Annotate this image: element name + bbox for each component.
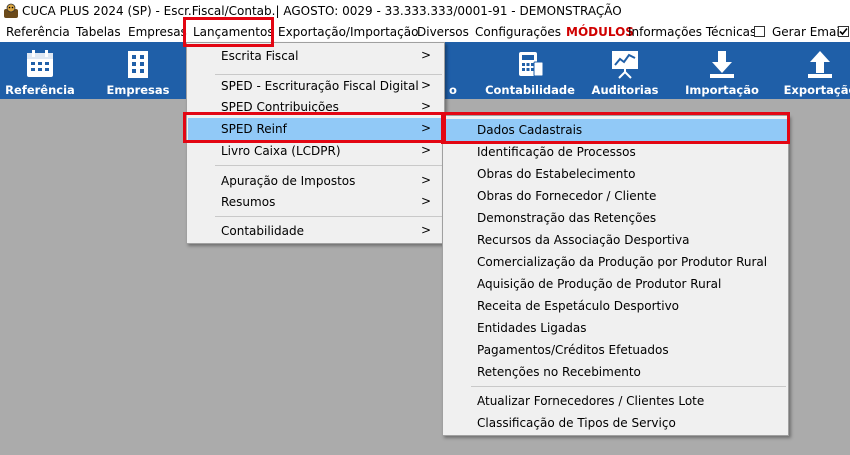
submenu-arrow-icon: > (420, 48, 431, 62)
submenu-arrow-icon: > (420, 78, 431, 92)
toolbar-contabilidade-label: Contabilidade (485, 83, 575, 97)
check-icon (839, 27, 848, 36)
submenu-arrow-icon: > (420, 173, 431, 187)
menu-item-identificacao-processos[interactable]: Identificação de Processos (444, 141, 787, 163)
presentation-chart-icon (612, 51, 638, 79)
menu-lancamentos[interactable]: Lançamentos (193, 25, 274, 39)
menu-item-obras-fornecedor-cliente[interactable]: Obras do Fornecedor / Cliente (444, 185, 787, 207)
toolbar-auditorias-label: Auditorias (591, 83, 659, 97)
menu-item-label: Obras do Estabelecimento (477, 167, 636, 181)
toolbar-exportacao-button[interactable]: Exportação (778, 42, 850, 99)
menu-item-label: Receita de Espetáculo Desportivo (477, 299, 680, 313)
toolbar-referencia-label: Referência (5, 83, 75, 97)
toolbar-empresas-button[interactable]: Empresas (96, 42, 180, 99)
menu-item-label: Demonstração das Retenções (477, 211, 657, 225)
menu-item-label: Classificação de Tipos de Serviço (477, 416, 676, 430)
gerar-email-checkbox[interactable] (754, 26, 765, 37)
menu-item-label: Identificação de Processos (477, 145, 636, 159)
menu-item-aquisicao-producao[interactable]: Aquisição de Produção de Produtor Rural (444, 273, 787, 295)
menu-item-label: Dados Cadastrais (477, 123, 583, 137)
menu-item-label: Aquisição de Produção de Produtor Rural (477, 277, 722, 291)
menu-item-label: SPED - Escrituração Fiscal Digital (221, 79, 419, 93)
toolbar-contabilidade-button[interactable]: Contabilidade (482, 42, 578, 99)
menu-item-label: Escrita Fiscal (221, 49, 299, 63)
menu-separator (215, 165, 442, 166)
menu-item-retencoes-recebimento[interactable]: Retenções no Recebimento (444, 361, 787, 383)
menu-item-label: Apuração de Impostos (221, 174, 356, 188)
menu-item-atualizar-fornecedores[interactable]: Atualizar Fornecedores / Clientes Lote (444, 390, 787, 412)
menu-item-label: SPED Contribuições (221, 100, 339, 114)
menu-item-recursos-associacao[interactable]: Recursos da Associação Desportiva (444, 229, 787, 251)
menu-exportacao-importacao[interactable]: Exportação/Importação (278, 25, 418, 39)
menu-item-label: Pagamentos/Créditos Efetuados (477, 343, 669, 357)
menu-bar: Referência Tabelas Empresas Lançamentos … (0, 22, 850, 42)
menu-item-demonstracao-retencoes[interactable]: Demonstração das Retenções (444, 207, 787, 229)
menu-item-label: Livro Caixa (LCDPR) (221, 144, 341, 158)
extra-checkbox[interactable] (838, 26, 849, 37)
building-icon (128, 51, 148, 78)
menu-item-livro-caixa[interactable]: Livro Caixa (LCDPR) > (188, 140, 443, 162)
submenu-arrow-icon: > (420, 194, 431, 208)
menu-item-label: Atualizar Fornecedores / Clientes Lote (477, 394, 705, 408)
submenu-arrow-icon: > (420, 143, 431, 157)
menu-informacoes-tecnicas[interactable]: Informações Técnicas (628, 25, 756, 39)
menu-item-entidades-ligadas[interactable]: Entidades Ligadas (444, 317, 787, 339)
menu-item-label: Retenções no Recebimento (477, 365, 641, 379)
toolbar-auditorias-button[interactable]: Auditorias (584, 42, 666, 99)
menu-separator (471, 386, 786, 387)
menu-item-label: Comercialização da Produção por Produtor… (477, 255, 768, 269)
menu-empresas[interactable]: Empresas (128, 25, 187, 39)
sped-reinf-submenu: Dados Cadastrais Identificação de Proces… (442, 115, 789, 436)
toolbar-referencia-button[interactable]: Referência (0, 42, 80, 99)
toolbar-importacao-button[interactable]: Importação (680, 42, 764, 99)
menu-item-pagamentos-creditos[interactable]: Pagamentos/Créditos Efetuados (444, 339, 787, 361)
lancamentos-dropdown: Escrita Fiscal > SPED - Escrituração Fis… (186, 42, 445, 244)
menu-item-label: Resumos (221, 195, 276, 209)
toolbar-hidden-label: o (449, 83, 457, 97)
menu-tabelas[interactable]: Tabelas (76, 25, 121, 39)
toolbar-importacao-label: Importação (685, 83, 759, 97)
menu-modulos[interactable]: MÓDULOS (566, 25, 634, 39)
submenu-arrow-icon: > (420, 223, 431, 237)
menu-referencia[interactable]: Referência (6, 25, 70, 39)
download-arrow-icon (710, 51, 734, 78)
menu-item-sped-efd[interactable]: SPED - Escrituração Fiscal Digital > (188, 75, 443, 97)
menu-item-label: Obras do Fornecedor / Cliente (477, 189, 657, 203)
gerar-email-label: Gerar Email (772, 25, 844, 39)
menu-item-label: SPED Reinf (221, 122, 287, 136)
menu-item-sped-contribuicoes[interactable]: SPED Contribuições > (188, 96, 443, 118)
toolbar-exportacao-label: Exportação (783, 83, 850, 97)
menu-item-comercializacao-producao[interactable]: Comercialização da Produção por Produtor… (444, 251, 787, 273)
menu-item-classificacao-servico[interactable]: Classificação de Tipos de Serviço (444, 412, 787, 434)
menu-item-obras-estabelecimento[interactable]: Obras do Estabelecimento (444, 163, 787, 185)
menu-item-dados-cadastrais[interactable]: Dados Cadastrais (444, 119, 787, 141)
title-bar: CUCA PLUS 2024 (SP) - Escr.Fiscal/Contab… (0, 0, 850, 22)
menu-separator (215, 216, 442, 217)
app-logo-icon (4, 3, 18, 18)
window-title: CUCA PLUS 2024 (SP) - Escr.Fiscal/Contab… (22, 4, 622, 18)
menu-item-resumos[interactable]: Resumos > (188, 191, 443, 213)
toolbar-empresas-label: Empresas (106, 83, 170, 97)
menu-item-receita-espetaculo[interactable]: Receita de Espetáculo Desportivo (444, 295, 787, 317)
calculator-icon (519, 52, 544, 77)
menu-item-label: Entidades Ligadas (477, 321, 587, 335)
menu-item-sped-reinf[interactable]: SPED Reinf > (188, 118, 443, 140)
submenu-arrow-icon: > (420, 121, 431, 135)
upload-arrow-icon (808, 51, 832, 78)
menu-configuracoes[interactable]: Configurações (475, 25, 561, 39)
menu-item-contabilidade[interactable]: Contabilidade > (188, 220, 443, 242)
menu-item-label: Recursos da Associação Desportiva (477, 233, 690, 247)
submenu-arrow-icon: > (420, 99, 431, 113)
calendar-icon (27, 50, 53, 77)
menu-diversos[interactable]: Diversos (417, 25, 469, 39)
menu-item-escrita-fiscal[interactable]: Escrita Fiscal > (188, 45, 443, 67)
menu-item-apuracao-impostos[interactable]: Apuração de Impostos > (188, 170, 443, 192)
menu-item-label: Contabilidade (221, 224, 304, 238)
